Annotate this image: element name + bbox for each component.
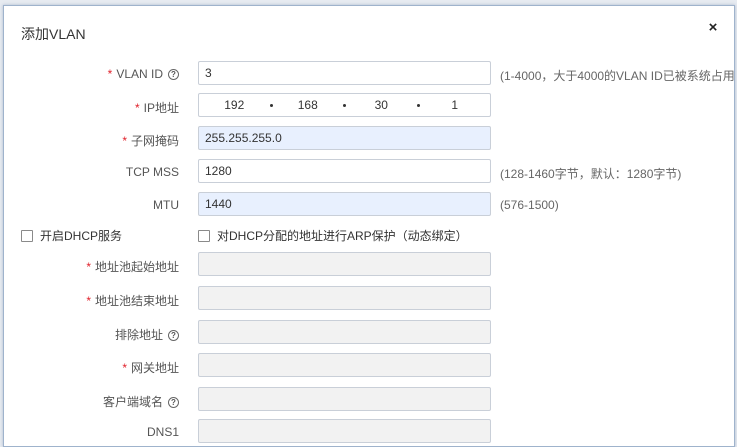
vlan-id-row: * VLAN ID? 3 (1-4000，大于4000的VLAN ID已被系统占用… (4, 61, 734, 89)
dialog-title: 添加VLAN (21, 26, 86, 42)
checkbox-icon[interactable] (21, 229, 33, 242)
pool-start-label: * 地址池起始地址 (86, 258, 179, 275)
required-mark: * (122, 134, 127, 148)
vlan-id-label-text: VLAN ID (116, 67, 163, 81)
exclude-input[interactable] (198, 320, 491, 344)
ip-label-text: IP地址 (143, 101, 179, 115)
help-icon[interactable]: ? (168, 69, 179, 80)
mtu-hint: (576-1500) (500, 198, 559, 212)
dhcp-options-row: 开启DHCP服务 对DHCP分配的地址进行ARP保护（动态绑定） (4, 227, 734, 245)
tcp-mss-input[interactable]: 1280 (198, 159, 491, 183)
tcp-mss-hint: (128-1460字节，默认：1280字节) (500, 167, 682, 181)
mtu-input[interactable]: 1440 (198, 192, 491, 216)
pool-end-input[interactable] (198, 286, 491, 310)
required-mark: * (134, 101, 140, 115)
ip-octet-1[interactable]: 192 (199, 94, 270, 116)
gateway-label: * 网关地址 (122, 359, 179, 376)
pool-start-label-text: 地址池起始地址 (94, 260, 179, 274)
pool-start-row: * 地址池起始地址 (4, 252, 734, 280)
tcp-mss-row: TCP MSS 1280 (128-1460字节，默认：1280字节) (4, 159, 734, 187)
close-icon[interactable]: × (706, 20, 720, 35)
tcp-mss-label: TCP MSS (125, 165, 179, 179)
ip-row: * IP地址 192 168 30 1 (4, 93, 734, 121)
checkbox-icon[interactable] (198, 229, 210, 242)
gateway-label-text: 网关地址 (130, 361, 179, 375)
ip-address-input[interactable]: 192 168 30 1 (198, 93, 491, 117)
gateway-row: * 网关地址 (4, 353, 734, 381)
dns1-row: DNS1 (4, 419, 734, 446)
required-mark: * (107, 67, 113, 81)
pool-end-row: * 地址池结束地址 (4, 286, 734, 314)
required-mark: * (86, 294, 91, 308)
exclude-label: 排除地址? (115, 326, 179, 343)
dhcp-enable-label: 开启DHCP服务 (40, 229, 123, 243)
vlan-id-label: * VLAN ID? (108, 67, 179, 81)
domain-row: 客户端域名? (4, 387, 734, 415)
ip-octet-3[interactable]: 30 (346, 94, 417, 116)
vlan-id-input[interactable]: 3 (198, 61, 491, 85)
pool-end-label: * 地址池结束地址 (86, 292, 179, 309)
domain-label: 客户端域名? (103, 393, 179, 410)
arp-protect-checkbox[interactable]: 对DHCP分配的地址进行ARP保护（动态绑定） (198, 227, 468, 244)
help-icon[interactable]: ? (168, 330, 179, 341)
domain-label-text: 客户端域名 (102, 395, 163, 409)
pool-start-input[interactable] (198, 252, 491, 276)
required-mark: * (86, 260, 91, 274)
mask-label: * 子网掩码 (122, 132, 179, 149)
client-domain-input[interactable] (198, 387, 491, 411)
ip-label: * IP地址 (135, 99, 179, 116)
help-icon[interactable]: ? (168, 397, 179, 408)
add-vlan-dialog: 添加VLAN × * VLAN ID? 3 (1-4000，大于4000的VLAN… (3, 5, 735, 447)
ip-octet-4[interactable]: 1 (420, 94, 491, 116)
mtu-row: MTU 1440 (576-1500) (4, 192, 734, 220)
mask-label-text: 子网掩码 (130, 134, 179, 148)
vlan-id-hint: (1-4000，大于4000的VLAN ID已被系统占用) (500, 69, 735, 83)
exclude-row: 排除地址? (4, 320, 734, 348)
arp-protect-label: 对DHCP分配的地址进行ARP保护（动态绑定） (217, 229, 468, 243)
pool-end-label-text: 地址池结束地址 (94, 294, 179, 308)
exclude-label-text: 排除地址 (114, 328, 163, 342)
dns1-input[interactable] (198, 419, 491, 443)
gateway-input[interactable] (198, 353, 491, 377)
mask-row: * 子网掩码 255.255.255.0 (4, 126, 734, 154)
mtu-label: MTU (153, 198, 179, 212)
dns1-label: DNS1 (146, 425, 179, 439)
required-mark: * (122, 361, 127, 375)
dhcp-enable-checkbox[interactable]: 开启DHCP服务 (21, 227, 122, 244)
ip-octet-2[interactable]: 168 (273, 94, 344, 116)
subnet-mask-input[interactable]: 255.255.255.0 (198, 126, 491, 150)
